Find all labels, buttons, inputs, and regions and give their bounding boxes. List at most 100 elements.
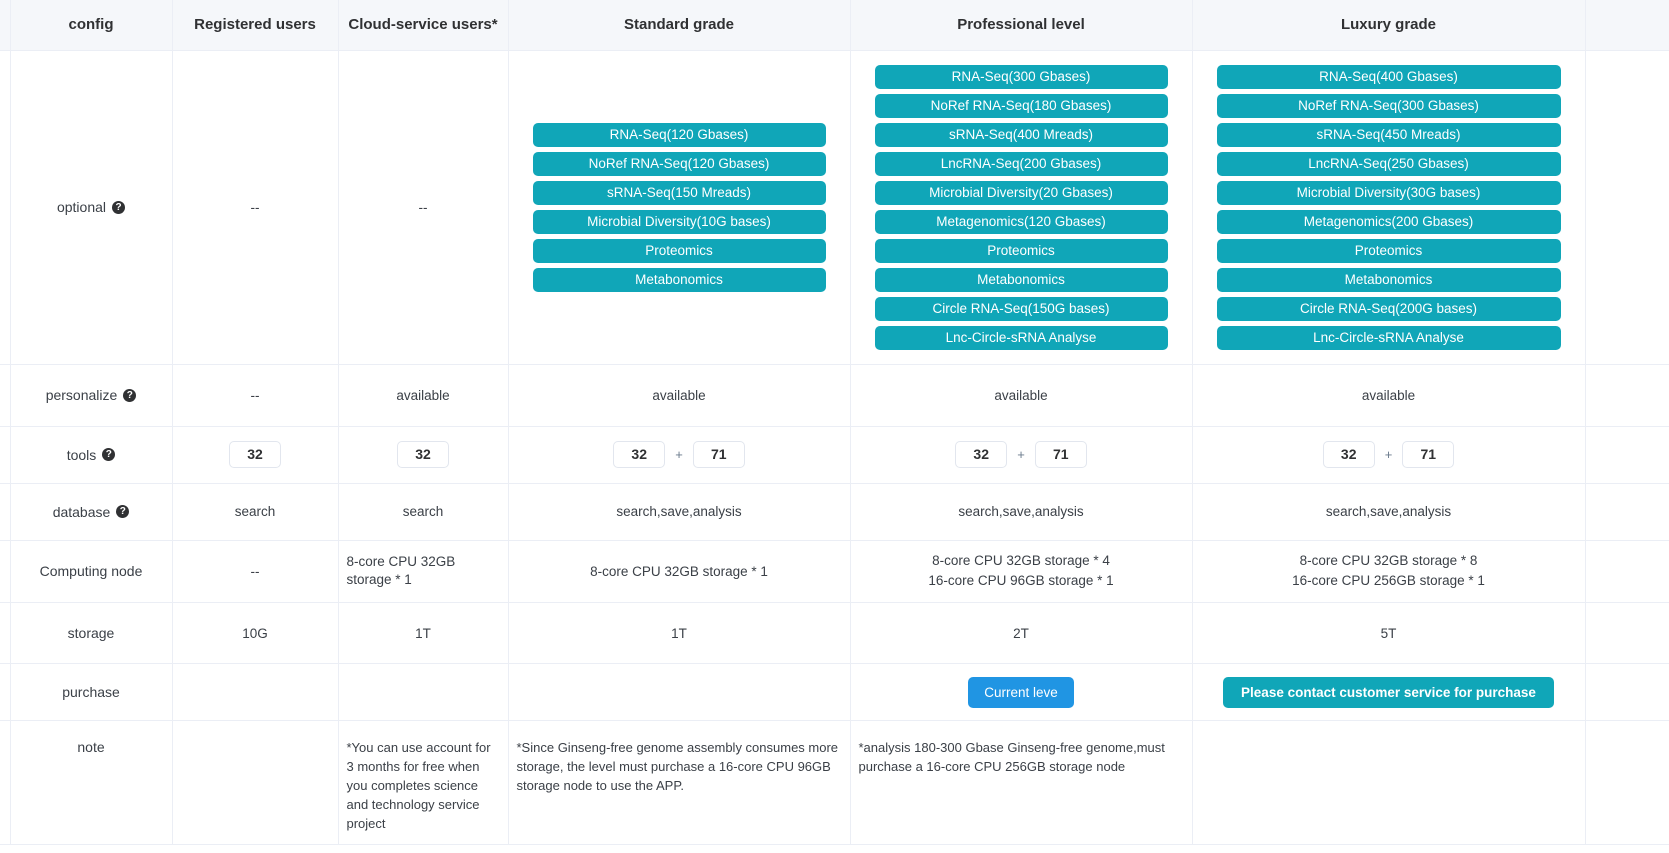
compute-line-1: 8-core CPU 32GB storage * 4 — [932, 552, 1110, 568]
row-pad — [1585, 602, 1669, 665]
column-header-professional-level: Professional level — [850, 0, 1193, 51]
tools-group: 32 — [181, 440, 330, 469]
column-header-config: config — [10, 0, 173, 51]
row-gutter — [0, 483, 11, 541]
option-button[interactable]: Metagenomics(200 Gbases) — [1216, 209, 1561, 234]
option-button[interactable]: LncRNA-Seq(200 Gbases) — [874, 151, 1168, 176]
help-icon[interactable]: ? — [102, 448, 116, 462]
cell-purchase-cloud — [338, 663, 509, 722]
option-button[interactable]: Circle RNA-Seq(200G bases) — [1216, 296, 1561, 321]
row-gutter — [0, 602, 11, 665]
option-button[interactable]: Metagenomics(120 Gbases) — [874, 209, 1168, 234]
cell-purchase-registered — [172, 663, 339, 722]
compute-line-1: 8-core CPU 32GB storage * 8 — [1299, 552, 1478, 568]
row-label-personalize: personalize? — [10, 364, 173, 427]
plus-sign: + — [1017, 446, 1025, 462]
contact-customer-service-button[interactable]: Please contact customer service for purc… — [1223, 676, 1554, 708]
row-label-text: storage — [67, 625, 115, 642]
option-button[interactable]: Microbial Diversity(20 Gbases) — [874, 180, 1168, 205]
tool-count-base[interactable]: 32 — [1322, 440, 1375, 469]
row-pad — [1585, 50, 1669, 365]
plus-sign: + — [675, 446, 683, 462]
cell-optional-registered: -- — [172, 50, 339, 365]
row-label-text: note — [77, 739, 105, 756]
pricing-comparison-table: config Registered users Cloud-service us… — [0, 0, 1669, 845]
compute-line-2: 16-core CPU 256GB storage * 1 — [1292, 573, 1485, 589]
cell-personalize-luxury: available — [1192, 364, 1586, 427]
cell-compute-registered: -- — [172, 540, 339, 604]
row-pad — [1585, 426, 1669, 484]
tool-count-base[interactable]: 32 — [229, 440, 281, 469]
table-row-personalize: personalize? -- available available avai… — [0, 364, 1669, 427]
option-button[interactable]: Proteomics — [1216, 238, 1561, 263]
column-header-standard-grade: Standard grade — [508, 0, 851, 51]
cell-tools-registered: 32 — [172, 426, 339, 484]
help-icon[interactable]: ? — [123, 388, 137, 402]
option-button[interactable]: Lnc-Circle-sRNA Analyse — [874, 325, 1168, 350]
cell-note-luxury — [1192, 720, 1586, 845]
row-gutter — [0, 663, 11, 722]
option-button[interactable]: RNA-Seq(300 Gbases) — [874, 64, 1168, 89]
tool-count-base[interactable]: 32 — [955, 440, 1008, 469]
option-button[interactable]: Metabonomics — [1216, 267, 1561, 292]
tool-count-base[interactable]: 32 — [613, 440, 666, 469]
option-button[interactable]: Lnc-Circle-sRNA Analyse — [1216, 325, 1561, 350]
row-label-computing-node: Computing node — [10, 540, 173, 604]
row-gutter — [0, 720, 11, 845]
cell-optional-luxury: RNA-Seq(400 Gbases) NoRef RNA-Seq(300 Gba… — [1192, 50, 1586, 365]
option-button[interactable]: sRNA-Seq(450 Mreads) — [1216, 122, 1561, 147]
option-button[interactable]: Microbial Diversity(30G bases) — [1216, 180, 1561, 205]
current-level-button[interactable]: Current leve — [968, 676, 1074, 708]
tools-group: 32 + 71 — [859, 440, 1184, 469]
option-button[interactable]: sRNA-Seq(400 Mreads) — [874, 122, 1168, 147]
option-button[interactable]: NoRef RNA-Seq(300 Gbases) — [1216, 93, 1561, 118]
option-button[interactable]: Metabonomics — [532, 267, 826, 292]
cell-note-registered — [172, 720, 339, 845]
cell-personalize-cloud: available — [338, 364, 509, 427]
row-label-text: Computing node — [39, 563, 143, 580]
cell-database-luxury: search,save,analysis — [1192, 483, 1586, 541]
cell-compute-cloud: 8-core CPU 32GB storage * 1 — [338, 540, 509, 604]
option-button[interactable]: Metabonomics — [874, 267, 1168, 292]
row-pad — [1585, 364, 1669, 427]
option-list-standard: RNA-Seq(120 Gbases) NoRef RNA-Seq(120 Gba… — [517, 119, 842, 296]
option-button[interactable]: RNA-Seq(400 Gbases) — [1216, 64, 1561, 89]
column-header-cloud-service-users: Cloud-service users* — [338, 0, 509, 51]
help-icon[interactable]: ? — [116, 505, 130, 519]
tool-count-base[interactable]: 32 — [397, 440, 449, 469]
option-button[interactable]: NoRef RNA-Seq(120 Gbases) — [532, 151, 826, 176]
cell-compute-standard: 8-core CPU 32GB storage * 1 — [508, 540, 851, 604]
row-label-tools: tools? — [10, 426, 173, 484]
option-button[interactable]: LncRNA-Seq(250 Gbases) — [1216, 151, 1561, 176]
option-button[interactable]: Microbial Diversity(10G bases) — [532, 209, 826, 234]
cell-compute-luxury: 8-core CPU 32GB storage * 8 16-core CPU … — [1192, 540, 1586, 604]
option-button[interactable]: Proteomics — [532, 238, 826, 263]
tool-count-extra[interactable]: 71 — [692, 440, 745, 469]
help-icon[interactable]: ? — [112, 200, 126, 214]
row-pad — [1585, 720, 1669, 845]
option-button[interactable]: NoRef RNA-Seq(180 Gbases) — [874, 93, 1168, 118]
header-pad — [1585, 0, 1669, 51]
row-label-text: personalize — [45, 387, 118, 403]
option-button[interactable]: sRNA-Seq(150 Mreads) — [532, 180, 826, 205]
option-button[interactable]: RNA-Seq(120 Gbases) — [532, 122, 826, 147]
table-row-note: note *You can use account for 3 months f… — [0, 720, 1669, 845]
row-label-text: purchase — [62, 684, 120, 701]
cell-storage-luxury: 5T — [1192, 602, 1586, 665]
option-list-professional: RNA-Seq(300 Gbases) NoRef RNA-Seq(180 Gba… — [859, 61, 1184, 354]
row-pad — [1585, 663, 1669, 722]
tool-count-extra[interactable]: 71 — [1034, 440, 1087, 469]
row-label-optional: optional? — [10, 50, 173, 365]
cell-purchase-professional: Current leve — [850, 663, 1193, 722]
column-header-registered-users: Registered users — [172, 0, 339, 51]
row-gutter — [0, 540, 11, 604]
cell-tools-luxury: 32 + 71 — [1192, 426, 1586, 484]
row-gutter — [0, 364, 11, 427]
row-pad — [1585, 540, 1669, 604]
table-header: config Registered users Cloud-service us… — [0, 0, 1669, 51]
row-label-note: note — [10, 720, 173, 845]
cell-optional-cloud: -- — [338, 50, 509, 365]
tool-count-extra[interactable]: 71 — [1402, 440, 1455, 469]
option-button[interactable]: Circle RNA-Seq(150G bases) — [874, 296, 1168, 321]
option-button[interactable]: Proteomics — [874, 238, 1168, 263]
